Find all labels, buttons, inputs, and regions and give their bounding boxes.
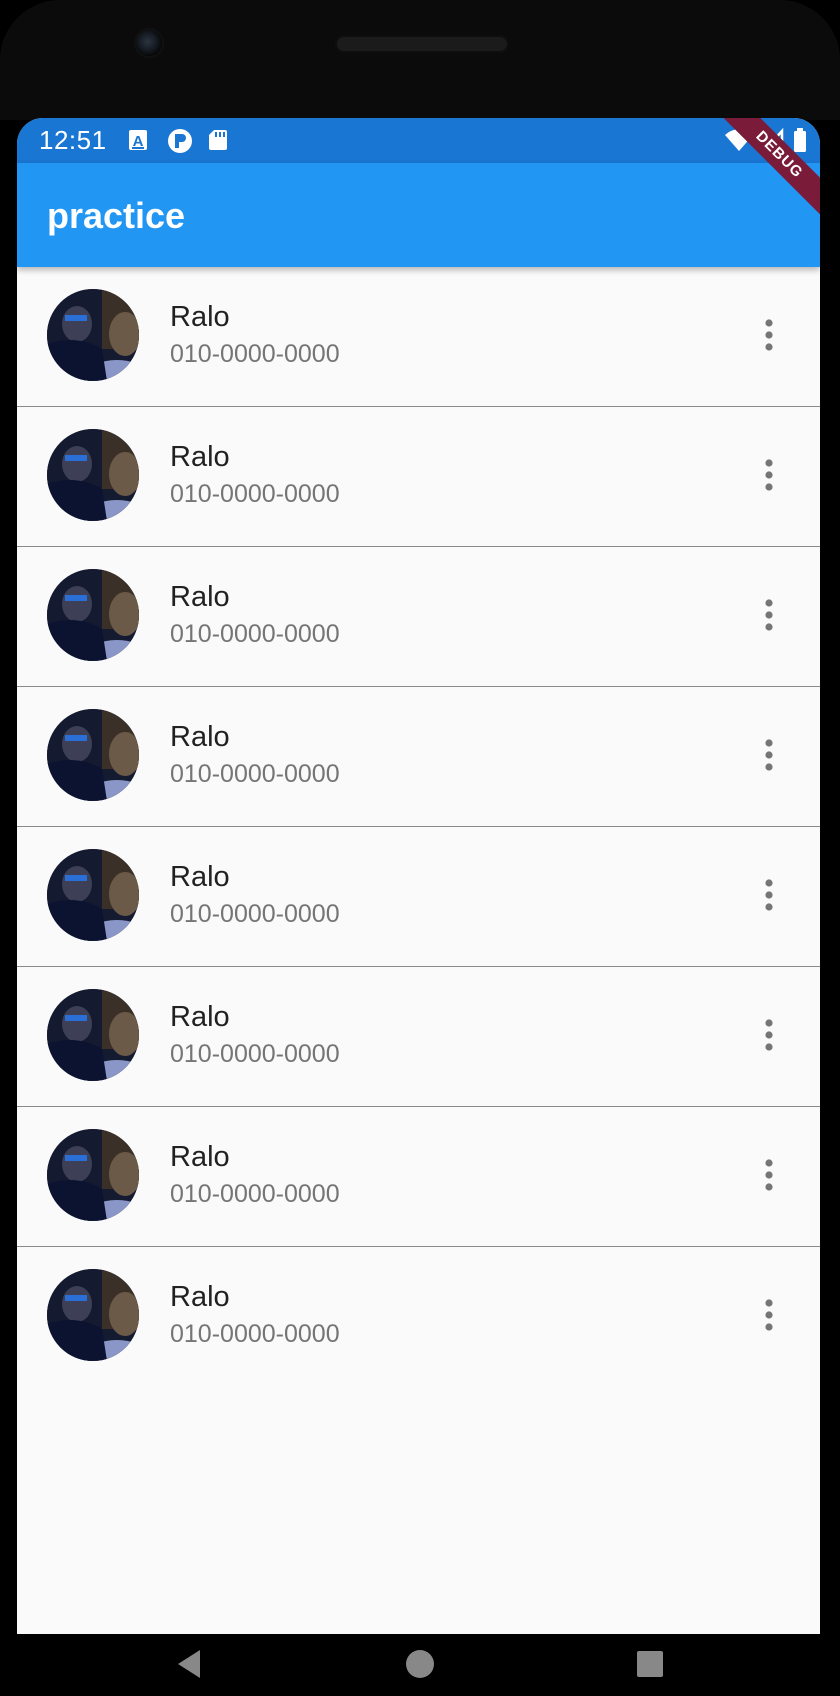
p-circle-icon <box>167 128 192 153</box>
list-item[interactable]: Ralo 010-0000-0000 <box>17 827 820 967</box>
more-vert-icon[interactable] <box>757 875 781 915</box>
list-item[interactable]: Ralo 010-0000-0000 <box>17 967 820 1107</box>
recents-icon[interactable] <box>630 1644 670 1684</box>
contact-name: Ralo <box>170 301 230 333</box>
device-bezel <box>0 0 840 120</box>
avatar <box>47 989 139 1081</box>
contact-phone: 010-0000-0000 <box>170 760 340 788</box>
contact-phone: 010-0000-0000 <box>170 1180 340 1208</box>
status-time: 12:51 <box>39 125 107 155</box>
list-item[interactable]: Ralo 010-0000-0000 <box>17 547 820 687</box>
app-screen: 12:51 A practice DEBUG Ralo 010-0000-000… <box>17 118 820 1634</box>
list-item[interactable]: Ralo 010-0000-0000 <box>17 267 820 407</box>
avatar <box>47 569 139 661</box>
a-badge-icon: A <box>127 128 149 152</box>
contact-name: Ralo <box>170 581 230 613</box>
app-title: practice <box>47 195 186 236</box>
list-item[interactable]: Ralo 010-0000-0000 <box>17 407 820 547</box>
more-vert-icon[interactable] <box>757 1295 781 1335</box>
avatar <box>47 429 139 521</box>
contact-phone: 010-0000-0000 <box>170 480 340 508</box>
avatar <box>47 1269 139 1361</box>
front-camera <box>136 30 162 56</box>
phone-device: 12:51 A practice DEBUG Ralo 010-0000-000… <box>0 0 840 1696</box>
more-vert-icon[interactable] <box>757 1155 781 1195</box>
contact-name: Ralo <box>170 1001 230 1033</box>
contact-phone: 010-0000-0000 <box>170 900 340 928</box>
avatar <box>47 709 139 801</box>
avatar <box>47 1129 139 1221</box>
more-vert-icon[interactable] <box>757 1015 781 1055</box>
contact-phone: 010-0000-0000 <box>170 620 340 648</box>
home-icon[interactable] <box>400 1644 440 1684</box>
more-vert-icon[interactable] <box>757 455 781 495</box>
list-item[interactable]: Ralo 010-0000-0000 <box>17 1107 820 1247</box>
status-bar: 12:51 A <box>17 118 820 163</box>
navigation-bar <box>0 1634 840 1696</box>
contact-phone: 010-0000-0000 <box>170 1320 340 1348</box>
avatar <box>47 289 139 381</box>
list-item[interactable]: Ralo 010-0000-0000 <box>17 1247 820 1387</box>
sd-card-icon <box>207 128 229 152</box>
contact-name: Ralo <box>170 1281 230 1313</box>
more-vert-icon[interactable] <box>757 595 781 635</box>
earpiece-speaker <box>335 35 509 53</box>
app-bar: practice <box>17 163 820 267</box>
contact-phone: 010-0000-0000 <box>170 340 340 368</box>
contact-name: Ralo <box>170 1141 230 1173</box>
contact-name: Ralo <box>170 721 230 753</box>
contact-name: Ralo <box>170 441 230 473</box>
more-vert-icon[interactable] <box>757 315 781 355</box>
avatar <box>47 849 139 941</box>
contact-name: Ralo <box>170 861 230 893</box>
contact-phone: 010-0000-0000 <box>170 1040 340 1068</box>
list-item[interactable]: Ralo 010-0000-0000 <box>17 687 820 827</box>
notification-icons: A <box>127 128 229 153</box>
back-icon[interactable] <box>170 1644 210 1684</box>
contact-list[interactable]: Ralo 010-0000-0000 Ralo 010-0000-0000 Ralo 01… <box>17 267 820 1387</box>
more-vert-icon[interactable] <box>757 735 781 775</box>
